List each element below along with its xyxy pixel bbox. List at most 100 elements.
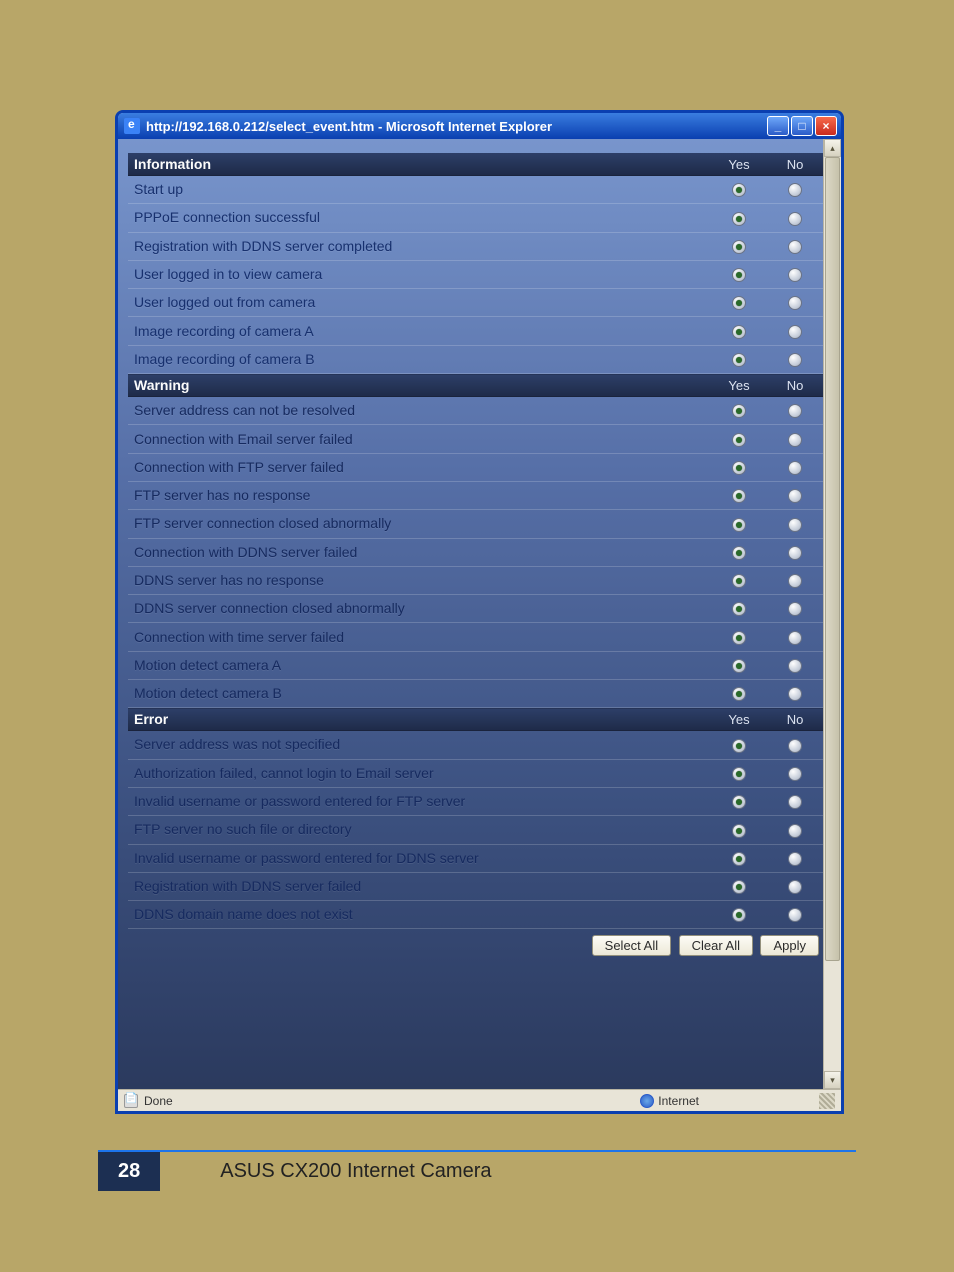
status-text: Done (144, 1094, 173, 1108)
event-label: Image recording of camera B (128, 345, 711, 373)
radio-no[interactable] (788, 433, 802, 447)
radio-yes[interactable] (732, 240, 746, 254)
scroll-thumb[interactable] (825, 157, 840, 961)
radio-yes[interactable] (732, 268, 746, 282)
event-row: Invalid username or password entered for… (128, 844, 823, 872)
radio-yes[interactable] (732, 546, 746, 560)
scroll-up-button[interactable]: ▴ (824, 139, 841, 157)
radio-no[interactable] (788, 518, 802, 532)
radio-yes[interactable] (732, 353, 746, 367)
section-title: Error (128, 708, 711, 731)
radio-yes[interactable] (732, 659, 746, 673)
statusbar: Done Internet (118, 1089, 841, 1111)
event-label: Server address was not specified (128, 731, 711, 759)
event-row: Authorization failed, cannot login to Em… (128, 759, 823, 787)
radio-yes[interactable] (732, 795, 746, 809)
event-row: Connection with time server failed (128, 623, 823, 651)
radio-no[interactable] (788, 404, 802, 418)
radio-no[interactable] (788, 489, 802, 503)
radio-no[interactable] (788, 325, 802, 339)
section-header: WarningYesNo (128, 374, 823, 397)
radio-yes[interactable] (732, 489, 746, 503)
radio-no[interactable] (788, 240, 802, 254)
column-no: No (767, 153, 823, 176)
radio-no[interactable] (788, 183, 802, 197)
scroll-down-button[interactable]: ▾ (824, 1071, 841, 1089)
event-row: FTP server has no response (128, 481, 823, 509)
browser-window: http://192.168.0.212/select_event.htm - … (115, 110, 844, 1114)
radio-yes[interactable] (732, 852, 746, 866)
window-controls: _ □ × (767, 116, 837, 136)
radio-no[interactable] (788, 739, 802, 753)
radio-no[interactable] (788, 631, 802, 645)
event-row: DDNS domain name does not exist (128, 901, 823, 929)
event-row: FTP server no such file or directory (128, 816, 823, 844)
section-title: Information (128, 153, 711, 176)
event-row: User logged in to view camera (128, 260, 823, 288)
radio-no[interactable] (788, 767, 802, 781)
titlebar[interactable]: http://192.168.0.212/select_event.htm - … (118, 113, 841, 139)
radio-no[interactable] (788, 546, 802, 560)
window-title: http://192.168.0.212/select_event.htm - … (146, 119, 767, 134)
radio-yes[interactable] (732, 433, 746, 447)
radio-no[interactable] (788, 687, 802, 701)
radio-yes[interactable] (732, 183, 746, 197)
radio-no[interactable] (788, 824, 802, 838)
column-yes: Yes (711, 708, 767, 731)
radio-yes[interactable] (732, 461, 746, 475)
radio-no[interactable] (788, 461, 802, 475)
event-label: Authorization failed, cannot login to Em… (128, 759, 711, 787)
event-label: User logged in to view camera (128, 260, 711, 288)
scroll-track[interactable] (824, 157, 841, 1071)
radio-yes[interactable] (732, 824, 746, 838)
radio-no[interactable] (788, 602, 802, 616)
radio-yes[interactable] (732, 212, 746, 226)
radio-yes[interactable] (732, 739, 746, 753)
page-footer: 28 ASUS CX200 Internet Camera (98, 1150, 856, 1192)
event-label: FTP server connection closed abnormally (128, 510, 711, 538)
radio-yes[interactable] (732, 518, 746, 532)
minimize-button[interactable]: _ (767, 116, 789, 136)
event-label: Motion detect camera B (128, 680, 711, 708)
radio-no[interactable] (788, 353, 802, 367)
event-row: Motion detect camera B (128, 680, 823, 708)
column-no: No (767, 374, 823, 397)
radio-yes[interactable] (732, 404, 746, 418)
radio-no[interactable] (788, 574, 802, 588)
radio-no[interactable] (788, 212, 802, 226)
clear-all-button[interactable]: Clear All (679, 935, 753, 956)
radio-yes[interactable] (732, 880, 746, 894)
event-row: DDNS server connection closed abnormally (128, 595, 823, 623)
radio-no[interactable] (788, 852, 802, 866)
radio-yes[interactable] (732, 325, 746, 339)
page-icon (124, 1094, 138, 1108)
apply-button[interactable]: Apply (760, 935, 819, 956)
radio-yes[interactable] (732, 574, 746, 588)
radio-no[interactable] (788, 908, 802, 922)
section-title: Warning (128, 374, 711, 397)
radio-no[interactable] (788, 880, 802, 894)
event-label: Image recording of camera A (128, 317, 711, 345)
event-label: Invalid username or password entered for… (128, 787, 711, 815)
close-button[interactable]: × (815, 116, 837, 136)
radio-yes[interactable] (732, 296, 746, 310)
radio-no[interactable] (788, 296, 802, 310)
resize-grip[interactable] (819, 1093, 835, 1109)
event-label: Motion detect camera A (128, 651, 711, 679)
radio-yes[interactable] (732, 767, 746, 781)
maximize-button[interactable]: □ (791, 116, 813, 136)
event-row: Invalid username or password entered for… (128, 787, 823, 815)
radio-no[interactable] (788, 268, 802, 282)
event-row: Server address was not specified (128, 731, 823, 759)
event-label: User logged out from camera (128, 289, 711, 317)
radio-yes[interactable] (732, 687, 746, 701)
radio-no[interactable] (788, 795, 802, 809)
event-row: DDNS server has no response (128, 566, 823, 594)
event-label: Registration with DDNS server completed (128, 232, 711, 260)
vertical-scrollbar[interactable]: ▴ ▾ (823, 139, 841, 1089)
radio-yes[interactable] (732, 602, 746, 616)
select-all-button[interactable]: Select All (592, 935, 671, 956)
radio-yes[interactable] (732, 631, 746, 645)
radio-yes[interactable] (732, 908, 746, 922)
radio-no[interactable] (788, 659, 802, 673)
